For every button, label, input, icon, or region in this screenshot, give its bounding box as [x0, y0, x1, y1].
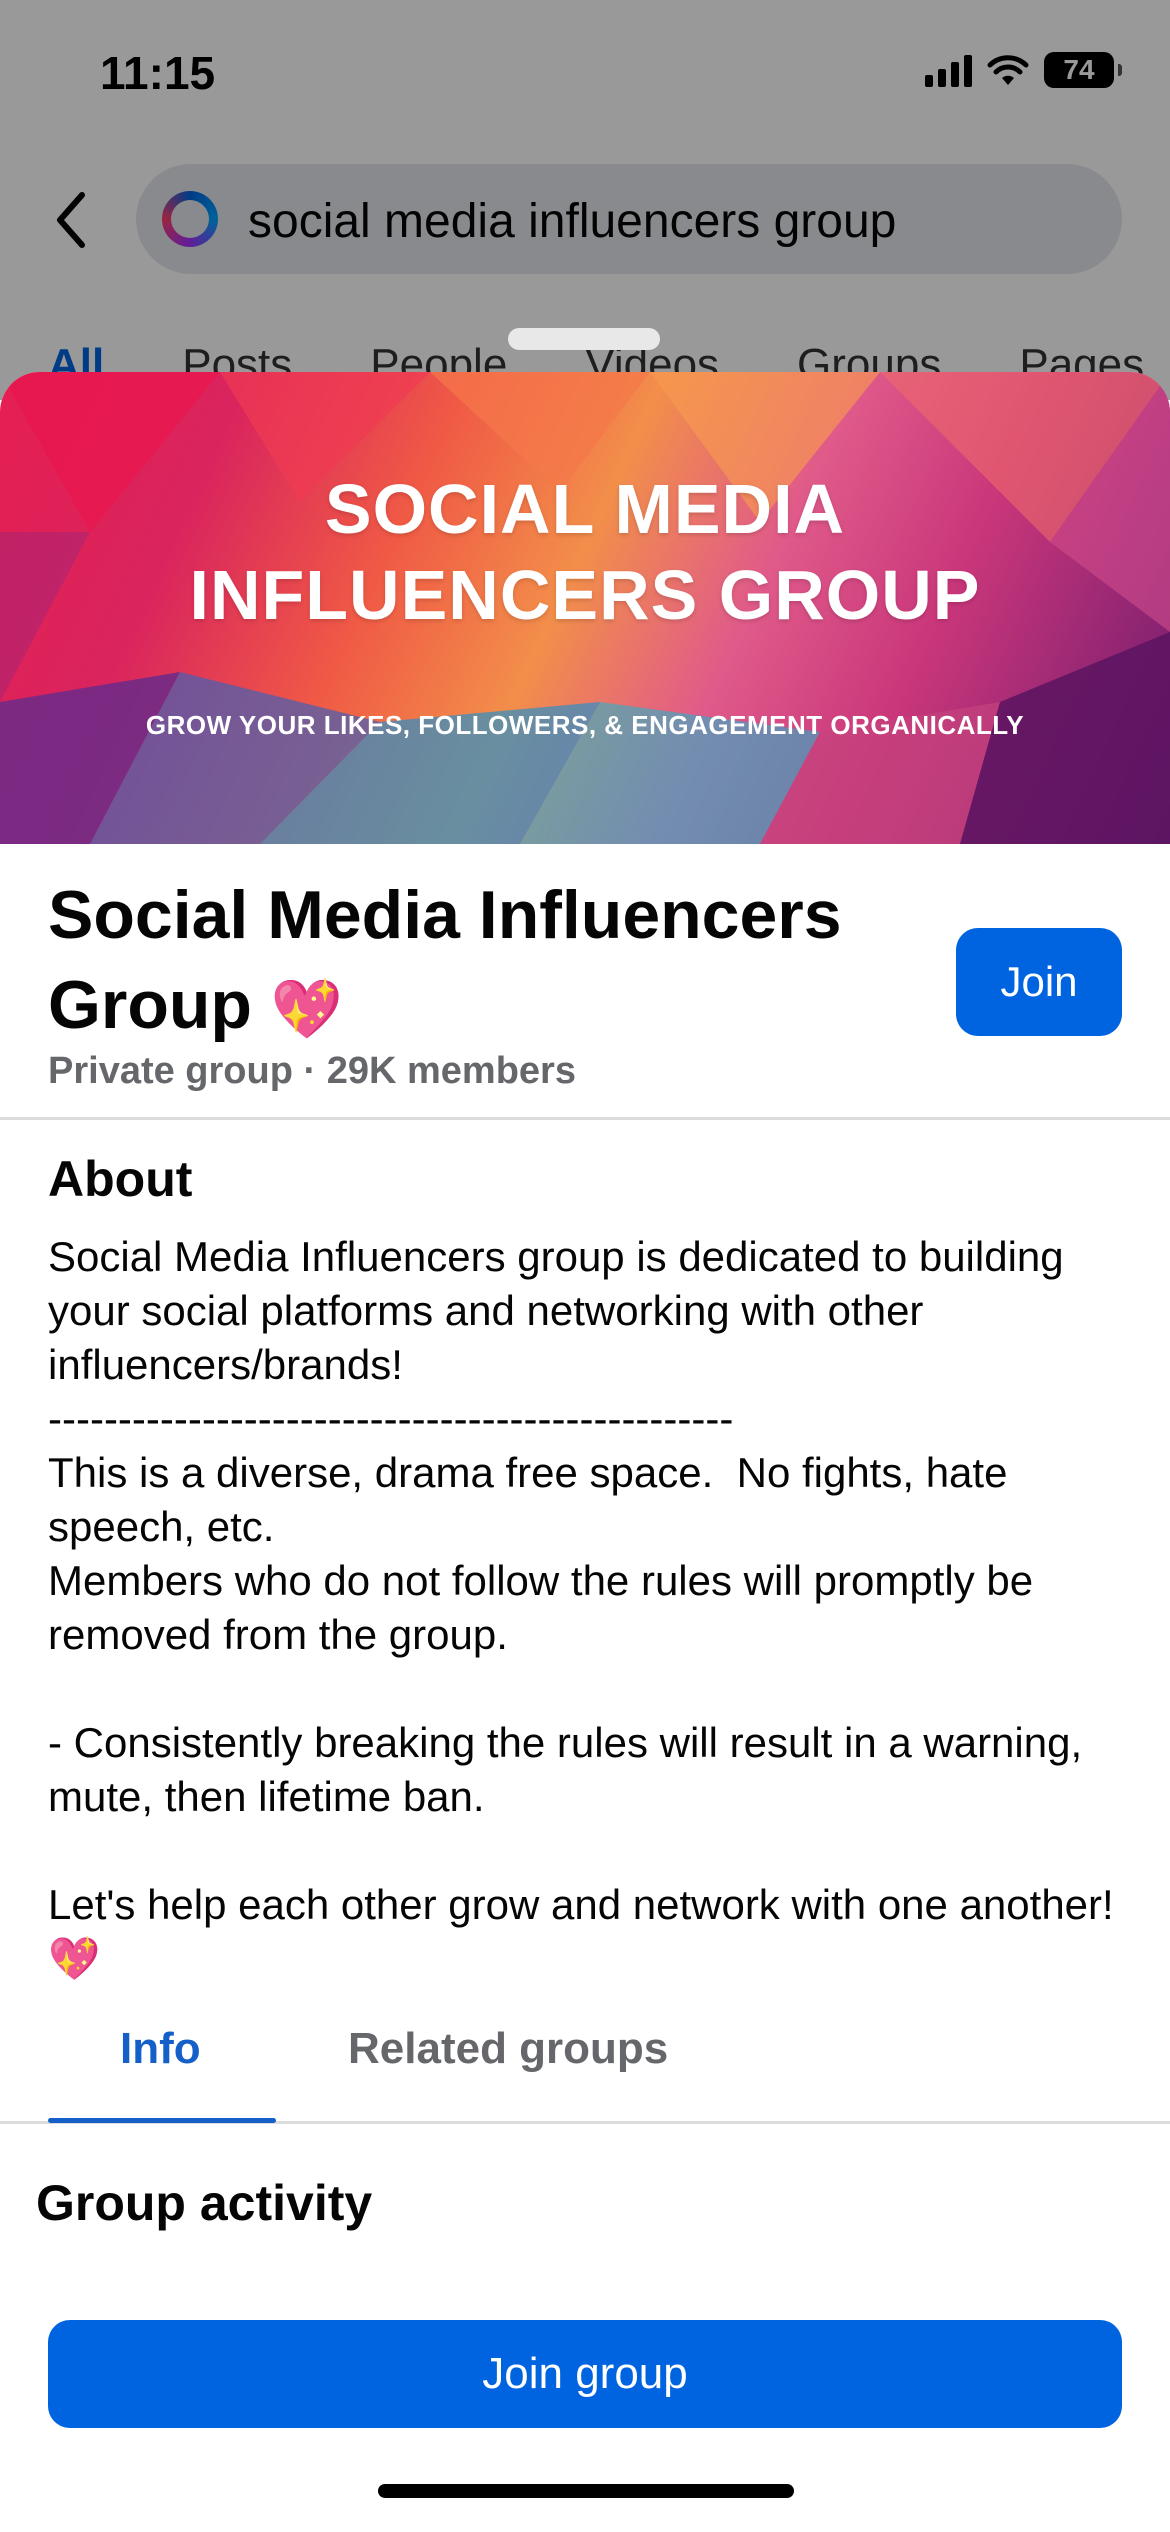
about-title: About: [48, 1151, 193, 1207]
sparkling-heart-icon: 💖: [270, 977, 344, 1043]
join-button[interactable]: Join: [956, 928, 1122, 1036]
group-name-text: Social Media Influencers Group: [48, 877, 842, 1043]
tab-related-groups[interactable]: Related groups: [348, 2024, 668, 2074]
about-description: Social Media Influencers group is dedica…: [48, 1233, 1114, 1982]
cover-title-line1: SOCIAL MEDIA: [324, 470, 846, 548]
group-meta: Private group · 29K members: [48, 1050, 576, 1092]
group-header: Social Media Influencers Group 💖 Private…: [0, 844, 1170, 1120]
about-section: About Social Media Influencers group is …: [48, 1150, 1128, 1986]
home-indicator[interactable]: [378, 2484, 794, 2498]
info-tabs: Info Related groups: [0, 2010, 1170, 2124]
group-preview-sheet: SOCIAL MEDIA INFLUENCERS GROUP GROW YOUR…: [0, 372, 1170, 2532]
cover-title-line2: INFLUENCERS GROUP: [189, 556, 981, 634]
join-group-button[interactable]: Join group: [48, 2320, 1122, 2428]
group-cover-image: SOCIAL MEDIA INFLUENCERS GROUP GROW YOUR…: [0, 372, 1170, 844]
sheet-grabber[interactable]: [508, 328, 660, 350]
group-name: Social Media Influencers Group 💖: [48, 870, 948, 1055]
cover-subtitle: GROW YOUR LIKES, FOLLOWERS, & ENGAGEMENT…: [145, 710, 1025, 740]
group-activity-title: Group activity: [36, 2175, 373, 2231]
active-tab-indicator: [48, 2118, 276, 2123]
tab-info[interactable]: Info: [120, 2024, 201, 2074]
cover-title: SOCIAL MEDIA INFLUENCERS GROUP: [0, 466, 1170, 638]
